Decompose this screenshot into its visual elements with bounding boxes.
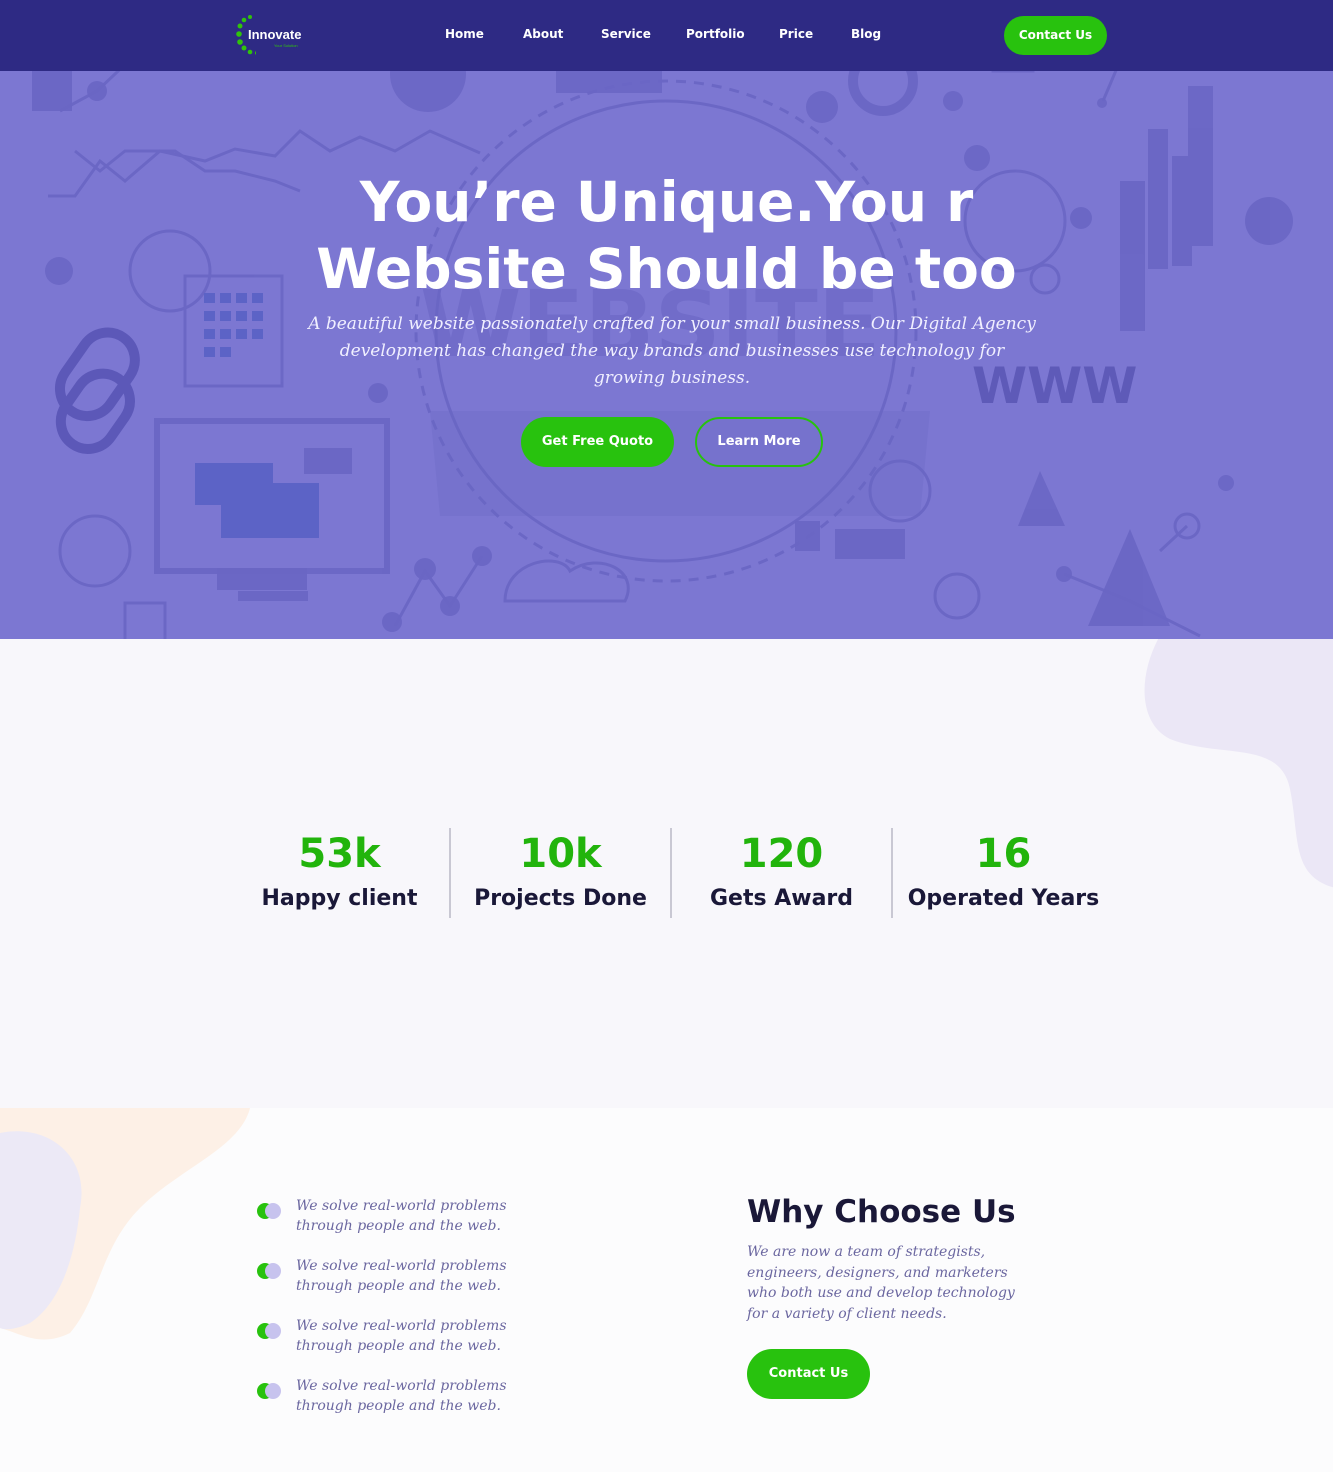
toggle-icon: [257, 1263, 281, 1279]
nav-about[interactable]: About: [523, 27, 563, 41]
stat-label: Happy client: [261, 886, 418, 911]
hero-title: You’re Unique.You r Website Should be to…: [0, 169, 1333, 303]
stat-number: 120: [739, 831, 824, 877]
stat-label: Projects Done: [474, 886, 647, 911]
stat-projects-done: 10k Projects Done: [450, 829, 671, 917]
learn-more-button[interactable]: Learn More: [695, 417, 823, 467]
stat-number: 16: [975, 831, 1032, 877]
feature-text: We solve real-world problems through peo…: [296, 1198, 507, 1234]
stat-number: 53k: [298, 831, 381, 877]
feature-text: We solve real-world problems through peo…: [296, 1378, 507, 1414]
toggle-icon: [257, 1323, 281, 1339]
contact-us-button[interactable]: Contact Us: [747, 1349, 870, 1399]
stat-gets-award: 120 Gets Award: [671, 829, 892, 917]
hero-title-line1: You’re Unique.You r: [359, 170, 974, 234]
hero-section: WEBSITE WWW You’re Unique.You r Website …: [0, 71, 1333, 639]
hero-title-line2: Website Should be too: [316, 237, 1017, 301]
nav-home[interactable]: Home: [445, 27, 484, 41]
contact-us-button[interactable]: Contact Us: [1004, 16, 1107, 55]
stat-label: Gets Award: [709, 886, 854, 911]
feature-text: We solve real-world problems through peo…: [296, 1318, 507, 1354]
nav-portfolio[interactable]: Portfolio: [686, 27, 745, 41]
nav-price[interactable]: Price: [779, 27, 813, 41]
toggle-icon: [257, 1383, 281, 1399]
nav-service[interactable]: Service: [601, 27, 651, 41]
why-choose-us-section: We solve real-world problems through peo…: [0, 1108, 1333, 1472]
top-navbar: Innovate Your Solution Home About Servic…: [0, 0, 1333, 71]
stats-section: 53k Happy client 10k Projects Done 120 G…: [0, 639, 1333, 1108]
decorative-blob: [1144, 639, 1333, 888]
stat-number: 10k: [519, 831, 602, 877]
logo[interactable]: Innovate Your Solution: [236, 13, 316, 57]
stat-happy-client: 53k Happy client: [229, 829, 450, 917]
hero-subtitle: A beautiful website passionately crafted…: [308, 314, 1036, 388]
why-title: Why Choose Us: [747, 1194, 1016, 1230]
why-description: We are now a team of strategists, engine…: [747, 1244, 1015, 1322]
nav-blog[interactable]: Blog: [851, 27, 881, 41]
logo-tagline: Your Solution: [274, 43, 298, 48]
get-free-quote-button[interactable]: Get Free Quoto: [521, 417, 674, 467]
decorative-blob: [0, 1108, 250, 1340]
feature-text: We solve real-world problems through peo…: [296, 1258, 507, 1294]
stat-label: Operated Years: [907, 886, 1100, 911]
toggle-icon: [257, 1203, 281, 1219]
logo-text: Innovate: [248, 27, 302, 42]
stat-operated-years: 16 Operated Years: [893, 829, 1114, 917]
